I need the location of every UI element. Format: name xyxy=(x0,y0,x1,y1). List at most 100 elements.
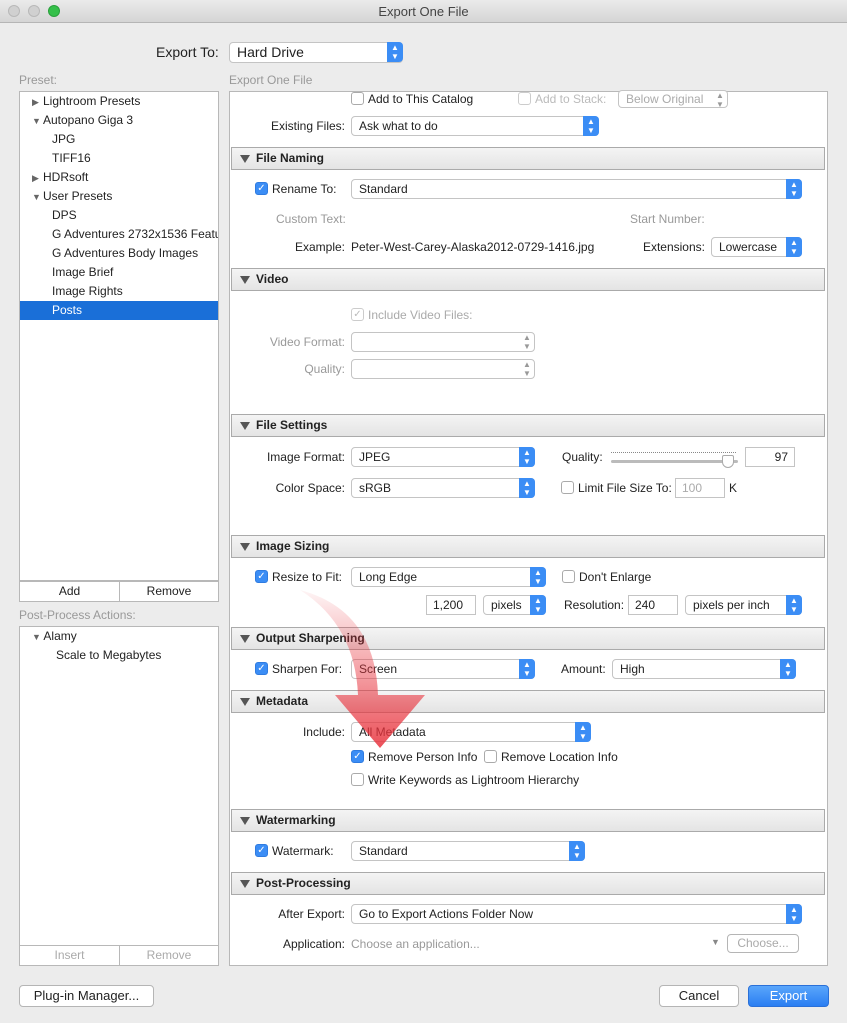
list-item[interactable]: ▼ Alamy xyxy=(20,627,218,646)
dont-enlarge-checkbox[interactable] xyxy=(562,570,575,583)
section-video[interactable]: Video xyxy=(231,268,825,291)
resolution-unit-select[interactable]: pixels per inch ▲ ▼ xyxy=(685,595,802,615)
section-title: Post-Processing xyxy=(256,876,351,890)
section-watermarking[interactable]: Watermarking xyxy=(231,809,825,832)
post-process-label: Post-Process Actions: xyxy=(19,608,136,622)
remove-preset-button[interactable]: Remove xyxy=(119,581,219,602)
watermark-checkbox[interactable]: ✓ xyxy=(255,844,268,857)
quality-input[interactable]: 97 xyxy=(745,447,795,467)
export-button[interactable]: Export xyxy=(748,985,829,1007)
limit-file-size-checkbox[interactable] xyxy=(561,481,574,494)
disclosure-collapsed-icon[interactable]: ▶ xyxy=(32,93,43,111)
resize-label: Resize to Fit: xyxy=(272,570,343,584)
cancel-button[interactable]: Cancel xyxy=(659,985,739,1007)
add-to-stack-checkbox[interactable] xyxy=(518,92,531,105)
application-dropdown-icon[interactable]: ▼ xyxy=(711,934,720,950)
disclosure-triangle-icon xyxy=(240,880,250,888)
after-export-value: Go to Export Actions Folder Now xyxy=(359,907,534,921)
preset-item-label: TIFF16 xyxy=(52,151,91,165)
existing-files-label: Existing Files: xyxy=(270,119,345,133)
list-item[interactable]: Scale to Megabytes xyxy=(20,646,218,665)
disclosure-collapsed-icon[interactable]: ▶ xyxy=(32,169,43,187)
disclosure-triangle-icon xyxy=(240,817,250,825)
plugin-manager-button[interactable]: Plug-in Manager... xyxy=(19,985,154,1007)
remove-person-checkbox[interactable]: ✓ xyxy=(351,750,364,763)
disclosure-expanded-icon[interactable]: ▼ xyxy=(32,112,43,130)
add-to-catalog-checkbox[interactable] xyxy=(351,92,364,105)
section-file-naming[interactable]: File Naming xyxy=(231,147,825,170)
resize-select[interactable]: Long Edge ▲ ▼ xyxy=(351,567,546,587)
section-file-settings[interactable]: File Settings xyxy=(231,414,825,437)
quality-slider[interactable] xyxy=(611,460,738,463)
include-video-checkbox[interactable]: ✓ xyxy=(351,308,364,321)
application-field[interactable]: Choose an application... xyxy=(351,936,480,952)
extensions-select[interactable]: Lowercase ▲ ▼ xyxy=(711,237,802,257)
preset-item[interactable]: Image Brief xyxy=(20,263,218,282)
stack-position-select[interactable]: Below Original ▲ ▼ xyxy=(618,90,728,109)
section-title: Watermarking xyxy=(256,813,336,827)
resize-checkbox[interactable]: ✓ xyxy=(255,570,268,583)
preset-item[interactable]: G Adventures Body Images xyxy=(20,244,218,263)
preset-list[interactable]: ▶ Lightroom Presets ▼ Autopano Giga 3 JPG TIF… xyxy=(19,91,219,581)
existing-files-select[interactable]: Ask what to do ▲ ▼ xyxy=(351,116,599,136)
disclosure-expanded-icon[interactable]: ▼ xyxy=(32,188,43,206)
preset-item-label: User Presets xyxy=(43,189,113,203)
quality-slider-thumb[interactable] xyxy=(722,455,734,468)
size-input[interactable]: 1,200 xyxy=(426,595,476,615)
example-value: Peter-West-Carey-Alaska2012-0729-1416.jp… xyxy=(351,240,595,254)
limit-unit: K xyxy=(729,481,738,495)
preset-item[interactable]: Image Rights xyxy=(20,282,218,301)
limit-file-size-input[interactable]: 100 xyxy=(675,478,725,498)
section-title: Video xyxy=(256,272,289,286)
video-quality-select[interactable]: ▲ ▼ xyxy=(351,359,535,379)
disclosure-triangle-icon xyxy=(240,543,250,551)
section-output-sharpening[interactable]: Output Sharpening xyxy=(231,627,825,650)
sharpen-value: Screen xyxy=(359,662,398,676)
keywords-hierarchy-checkbox[interactable] xyxy=(351,773,364,786)
color-space-select[interactable]: sRGB ▲ ▼ xyxy=(351,478,535,498)
minimize-window-button[interactable] xyxy=(28,5,40,17)
limit-file-size-label: Limit File Size To: xyxy=(578,481,672,495)
rename-select[interactable]: Standard ▲ ▼ xyxy=(351,179,802,199)
remove-location-checkbox[interactable] xyxy=(484,750,497,763)
post-process-list[interactable]: ▼ Alamy Scale to Megabytes xyxy=(19,626,219,946)
preset-item[interactable]: JPG xyxy=(20,130,218,149)
chevron-updown-icon: ▲ ▼ xyxy=(575,722,591,742)
preset-item-label: G Adventures Body Images xyxy=(52,246,199,260)
preset-item[interactable]: Posts xyxy=(20,301,218,320)
image-format-select[interactable]: JPEG ▲ ▼ xyxy=(351,447,535,467)
video-format-select[interactable]: ▲ ▼ xyxy=(351,332,535,352)
include-select[interactable]: All Metadata ▲ ▼ xyxy=(351,722,591,742)
stack-value: Below Original xyxy=(626,92,704,106)
remove-action-button[interactable]: Remove xyxy=(119,945,219,966)
preset-item[interactable]: DPS xyxy=(20,206,218,225)
sharpen-checkbox[interactable]: ✓ xyxy=(255,662,268,675)
resolution-unit-value: pixels per inch xyxy=(693,598,770,612)
after-export-select[interactable]: Go to Export Actions Folder Now ▲ ▼ xyxy=(351,904,802,924)
preset-item[interactable]: ▶ HDRsoft xyxy=(20,168,218,187)
close-window-button[interactable] xyxy=(8,5,20,17)
chevron-updown-icon: ▲ ▼ xyxy=(519,659,535,679)
zoom-window-button[interactable] xyxy=(48,5,60,17)
dont-enlarge-label: Don't Enlarge xyxy=(579,570,652,584)
resolution-input[interactable]: 240 xyxy=(628,595,678,615)
section-post-processing[interactable]: Post-Processing xyxy=(231,872,825,895)
item-label: Alamy xyxy=(43,629,77,643)
section-metadata[interactable]: Metadata xyxy=(231,690,825,713)
choose-application-button[interactable]: Choose... xyxy=(727,934,799,953)
preset-item[interactable]: G Adventures 2732x1536 Featu xyxy=(20,225,218,244)
amount-select[interactable]: High ▲ ▼ xyxy=(612,659,796,679)
insert-action-button[interactable]: Insert xyxy=(19,945,120,966)
export-to-select[interactable]: Hard Drive ▲ ▼ xyxy=(229,42,403,63)
sharpen-select[interactable]: Screen ▲ ▼ xyxy=(351,659,535,679)
preset-item[interactable]: TIFF16 xyxy=(20,149,218,168)
size-unit-select[interactable]: pixels ▲ ▼ xyxy=(483,595,546,615)
add-preset-button[interactable]: Add xyxy=(19,581,120,602)
preset-item[interactable]: ▶ Lightroom Presets xyxy=(20,92,218,111)
preset-item-label: Image Rights xyxy=(52,284,123,298)
preset-item[interactable]: ▼ User Presets xyxy=(20,187,218,206)
preset-item[interactable]: ▼ Autopano Giga 3 xyxy=(20,111,218,130)
rename-checkbox[interactable]: ✓ xyxy=(255,182,268,195)
watermark-select[interactable]: Standard ▲ ▼ xyxy=(351,841,585,861)
section-image-sizing[interactable]: Image Sizing xyxy=(231,535,825,558)
